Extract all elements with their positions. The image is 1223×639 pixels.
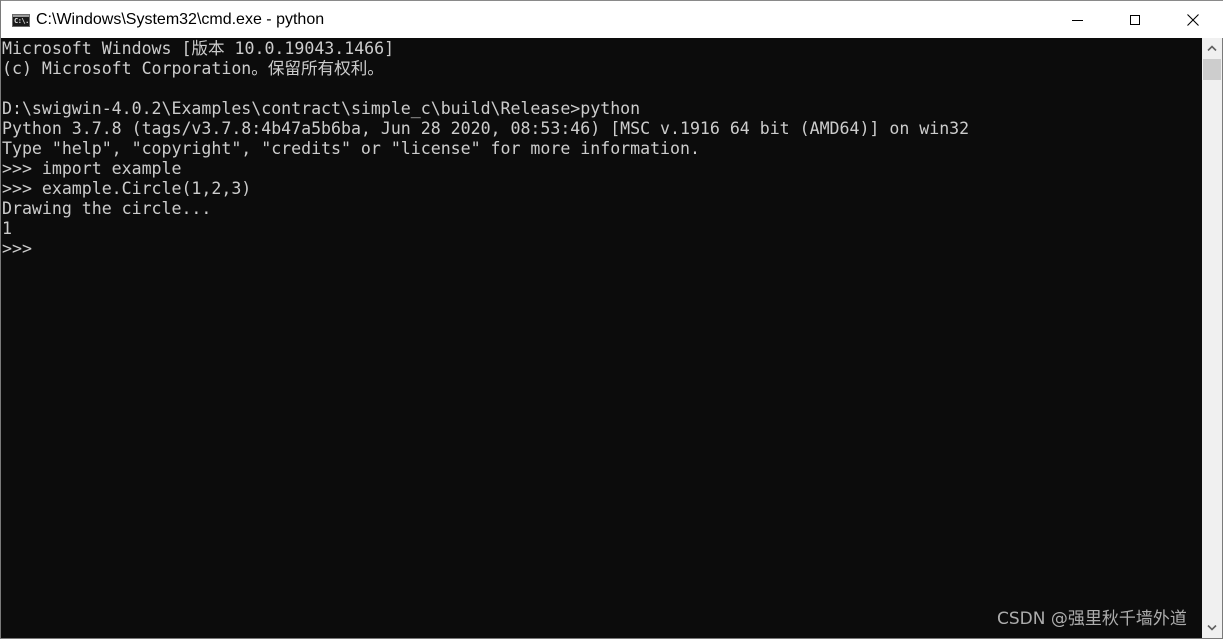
vertical-scrollbar[interactable] xyxy=(1202,38,1222,638)
csdn-watermark: CSDN @强里秋千墙外道 xyxy=(997,609,1187,629)
cmd-app-icon[interactable]: C:\. xyxy=(12,14,30,27)
chevron-down-icon xyxy=(1207,625,1217,631)
cmd-app-icon-label: C:\. xyxy=(14,17,29,25)
window-title: C:\Windows\System32\cmd.exe - python xyxy=(36,11,325,28)
console-line: Type "help", "copyright", "credits" or "… xyxy=(2,139,700,158)
console-output[interactable]: Microsoft Windows [版本 10.0.19043.1466] (… xyxy=(2,38,1201,638)
scroll-up-button[interactable] xyxy=(1202,38,1222,58)
maximize-button[interactable] xyxy=(1106,1,1164,39)
minimize-button[interactable] xyxy=(1048,1,1106,39)
console-line: (c) Microsoft Corporation。保留所有权利。 xyxy=(2,59,384,78)
console-line: >>> import example xyxy=(2,159,182,178)
console-line: 1 xyxy=(2,219,12,238)
close-button[interactable] xyxy=(1164,1,1222,39)
console-line: >>> example.Circle(1,2,3) xyxy=(2,179,252,198)
console-prompt[interactable]: >>> xyxy=(2,239,42,259)
minimize-icon xyxy=(1071,19,1083,21)
scroll-thumb[interactable] xyxy=(1203,59,1221,80)
console-line: Microsoft Windows [版本 10.0.19043.1466] xyxy=(2,39,395,58)
chevron-up-icon xyxy=(1207,45,1217,51)
cmd-window: C:\. C:\Windows\System32\cmd.exe - pytho… xyxy=(0,0,1223,639)
title-bar[interactable]: C:\. C:\Windows\System32\cmd.exe - pytho… xyxy=(1,0,1223,38)
console-line: D:\swigwin-4.0.2\Examples\contract\simpl… xyxy=(2,99,641,118)
console-line: Python 3.7.8 (tags/v3.7.8:4b47a5b6ba, Ju… xyxy=(2,119,970,138)
close-icon xyxy=(1187,14,1199,26)
maximize-icon xyxy=(1130,15,1140,25)
console-line: Drawing the circle... xyxy=(2,199,212,218)
scroll-down-button[interactable] xyxy=(1202,618,1222,638)
